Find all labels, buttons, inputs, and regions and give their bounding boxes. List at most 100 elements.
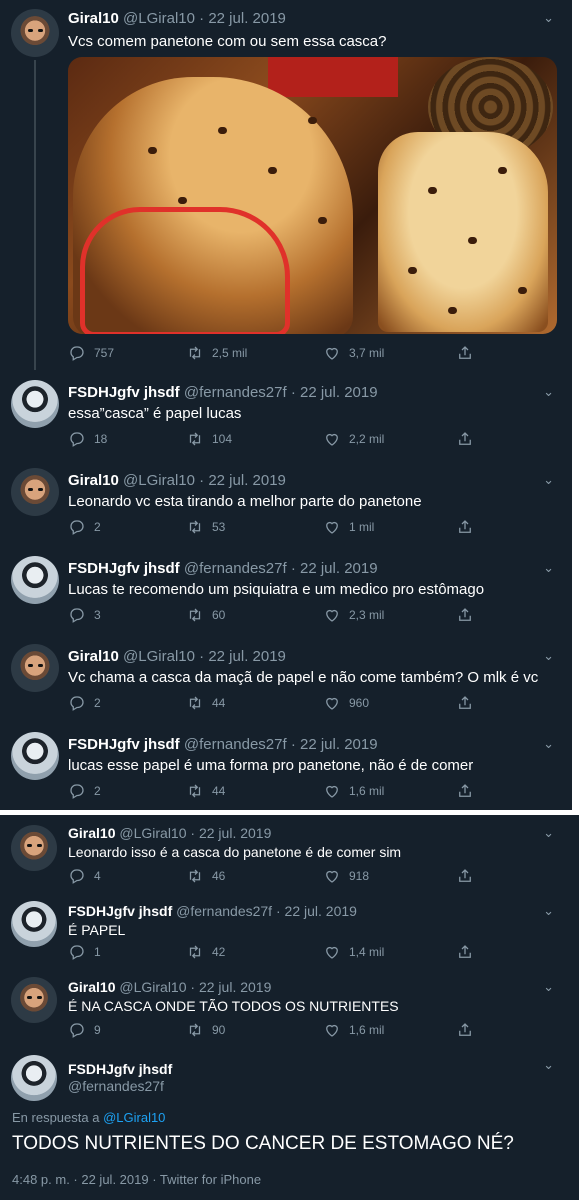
like-button[interactable]: 1,6 mil <box>323 782 384 800</box>
avatar[interactable] <box>11 468 59 516</box>
avatar[interactable] <box>11 732 59 780</box>
like-button[interactable]: 1 mil <box>323 518 374 536</box>
timestamp[interactable]: 22 jul. 2019 <box>300 384 378 401</box>
retweet-button[interactable]: 90 <box>186 1021 225 1039</box>
like-button[interactable]: 1,6 mil <box>323 1021 384 1039</box>
timestamp[interactable]: 22 jul. 2019 <box>199 979 271 995</box>
display-name[interactable]: FSDHJgfv jhsdf <box>68 384 180 401</box>
retweet-button[interactable]: 44 <box>186 694 225 712</box>
like-button[interactable]: 2,3 mil <box>323 606 384 624</box>
handle[interactable]: @fernandes27f <box>68 1078 164 1094</box>
reply-button[interactable]: 3 <box>68 606 101 624</box>
retweet-count: 42 <box>212 945 226 959</box>
share-button[interactable] <box>456 1021 474 1039</box>
display-name[interactable]: Giral10 <box>68 10 119 27</box>
like-button[interactable]: 960 <box>323 694 369 712</box>
retweet-button[interactable]: 42 <box>186 943 225 961</box>
avatar[interactable] <box>11 9 59 57</box>
handle[interactable]: @LGiral10 <box>123 472 195 489</box>
like-button[interactable]: 3,7 mil <box>323 344 384 362</box>
handle[interactable]: @fernandes27f <box>176 903 272 919</box>
chevron-down-icon[interactable]: ⌄ <box>543 472 554 488</box>
timestamp[interactable]: 22 jul. 2019 <box>300 560 378 577</box>
chevron-down-icon[interactable]: ⌄ <box>543 648 554 664</box>
avatar[interactable] <box>11 901 57 947</box>
display-name[interactable]: Giral10 <box>68 472 119 489</box>
reply-button[interactable]: 9 <box>68 1021 101 1039</box>
handle[interactable]: @LGiral10 <box>119 825 186 841</box>
timestamp[interactable]: 22 jul. 2019 <box>199 825 271 841</box>
reply-button[interactable]: 1 <box>68 943 101 961</box>
tweet[interactable]: FSDHJgfv jhsdf @fernandes27f · 22 jul. 2… <box>0 732 572 810</box>
like-button[interactable]: 1,4 mil <box>323 943 384 961</box>
retweet-button[interactable]: 2,5 mil <box>186 344 247 362</box>
reply-button[interactable]: 757 <box>68 344 114 362</box>
reply-to-link[interactable]: @LGiral10 <box>103 1110 165 1125</box>
reply-button[interactable]: 2 <box>68 694 101 712</box>
handle[interactable]: @fernandes27f <box>184 560 287 577</box>
avatar[interactable] <box>11 644 59 692</box>
reply-button[interactable]: 4 <box>68 867 101 885</box>
avatar[interactable] <box>11 825 57 871</box>
retweet-button[interactable]: 104 <box>186 430 232 448</box>
share-button[interactable] <box>456 867 474 885</box>
retweet-button[interactable]: 53 <box>186 518 225 536</box>
share-button[interactable] <box>456 430 474 448</box>
tweet[interactable]: FSDHJgfv jhsdf @fernandes27f · 22 jul. 2… <box>0 380 572 468</box>
chevron-down-icon[interactable]: ⌄ <box>543 384 554 400</box>
timestamp[interactable]: 22 jul. 2019 <box>208 648 286 665</box>
like-button[interactable]: 2,2 mil <box>323 430 384 448</box>
chevron-down-icon[interactable]: ⌄ <box>543 979 554 995</box>
display-name[interactable]: FSDHJgfv jhsdf <box>68 736 180 753</box>
reply-button[interactable]: 18 <box>68 430 107 448</box>
timestamp[interactable]: 22 jul. 2019 <box>300 736 378 753</box>
chevron-down-icon[interactable]: ⌄ <box>543 1057 554 1073</box>
handle[interactable]: @LGiral10 <box>123 648 195 665</box>
tweet[interactable]: Giral10 @LGiral10 · 22 jul. 2019 ⌄ É NA … <box>0 977 572 1053</box>
reply-button[interactable]: 2 <box>68 782 101 800</box>
tweet[interactable]: Giral10 @LGiral10 · 22 jul. 2019 ⌄ Leona… <box>0 468 572 556</box>
handle[interactable]: @fernandes27f <box>184 384 287 401</box>
tweet[interactable]: FSDHJgfv jhsdf @fernandes27f · 22 jul. 2… <box>0 901 572 979</box>
timestamp[interactable]: 22 jul. 2019 <box>285 903 357 919</box>
share-button[interactable] <box>456 344 474 362</box>
display-name[interactable]: FSDHJgfv jhsdf <box>68 1061 172 1077</box>
display-name[interactable]: Giral10 <box>68 825 115 841</box>
handle[interactable]: @LGiral10 <box>119 979 186 995</box>
avatar[interactable] <box>11 380 59 428</box>
tweet[interactable]: Giral10 @LGiral10 · 22 jul. 2019 ⌄ Vc ch… <box>0 644 572 732</box>
like-count: 2,2 mil <box>349 432 385 446</box>
share-button[interactable] <box>456 606 474 624</box>
chevron-down-icon[interactable]: ⌄ <box>543 825 554 841</box>
share-button[interactable] <box>456 943 474 961</box>
chevron-down-icon[interactable]: ⌄ <box>543 736 554 752</box>
tweet[interactable]: Giral10 @LGiral10 · 22 jul. 2019 ⌄ Vcs c… <box>0 0 572 375</box>
like-button[interactable]: 918 <box>323 867 369 885</box>
retweet-button[interactable]: 44 <box>186 782 225 800</box>
chevron-down-icon[interactable]: ⌄ <box>543 903 554 919</box>
avatar[interactable] <box>11 977 57 1023</box>
tweet-image[interactable] <box>68 57 557 334</box>
avatar[interactable] <box>11 556 59 604</box>
display-name[interactable]: Giral10 <box>68 648 119 665</box>
timestamp[interactable]: 22 jul. 2019 <box>208 472 286 489</box>
handle[interactable]: @LGiral10 <box>123 10 195 27</box>
display-name[interactable]: Giral10 <box>68 979 115 995</box>
main-tweet[interactable]: FSDHJgfv jhsdf @fernandes27f ⌄ En respue… <box>0 1053 572 1200</box>
display-name[interactable]: FSDHJgfv jhsdf <box>68 560 180 577</box>
retweet-button[interactable]: 60 <box>186 606 225 624</box>
tweet[interactable]: FSDHJgfv jhsdf @fernandes27f · 22 jul. 2… <box>0 556 572 644</box>
reply-button[interactable]: 2 <box>68 518 101 536</box>
tweet[interactable]: Giral10 @LGiral10 · 22 jul. 2019 ⌄ Leona… <box>0 823 572 901</box>
chevron-down-icon[interactable]: ⌄ <box>543 10 554 26</box>
timestamp[interactable]: 22 jul. 2019 <box>208 10 286 27</box>
share-button[interactable] <box>456 782 474 800</box>
handle[interactable]: @fernandes27f <box>184 736 287 753</box>
retweet-button[interactable]: 46 <box>186 867 225 885</box>
share-button[interactable] <box>456 518 474 536</box>
avatar[interactable] <box>11 1055 57 1101</box>
display-name[interactable]: FSDHJgfv jhsdf <box>68 903 172 919</box>
chevron-down-icon[interactable]: ⌄ <box>543 560 554 576</box>
share-button[interactable] <box>456 694 474 712</box>
retweet-icon <box>189 869 201 883</box>
